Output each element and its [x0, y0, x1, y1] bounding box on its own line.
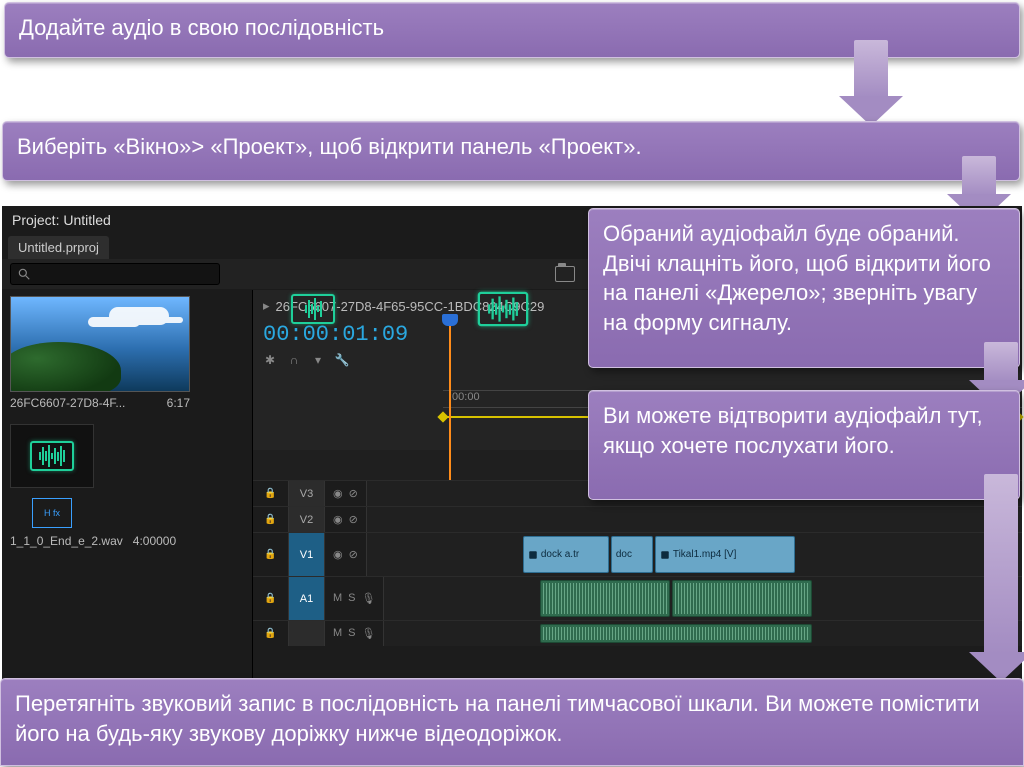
video-thumbnail[interactable]	[10, 296, 190, 392]
callout-text: Перетягніть звуковий запис в послідовніс…	[15, 689, 1009, 748]
folder-icon[interactable]	[555, 266, 575, 282]
arrow-icon	[984, 342, 1018, 382]
audio-clip[interactable]	[540, 580, 670, 617]
project-bins: 26FC6607-27D8-4F... 6:17 H fx 1_1_0_End_…	[2, 290, 242, 680]
arrow-icon	[984, 474, 1018, 654]
clip-fx-icon	[528, 550, 538, 560]
bin-item-label: 1_1_0_End_e_2.wav 4:00000	[10, 534, 234, 548]
arrow-icon	[962, 156, 996, 196]
dragging-audio-icon	[291, 294, 335, 324]
bin-item-label: 26FC6607-27D8-4F... 6:17	[10, 392, 190, 410]
fx-badge-icon: H fx	[32, 498, 72, 528]
track-a2[interactable]: MS🎙	[253, 620, 1022, 646]
callout-step-4: Ви можете відтворити аудіофайл тут, якщо…	[588, 390, 1020, 500]
marker-icon[interactable]: ▾	[311, 353, 325, 367]
waveform-icon	[30, 441, 74, 471]
sequence-marker-icon: ▸	[263, 298, 270, 314]
audio-clip[interactable]	[540, 624, 812, 643]
callout-step-3: Обраний аудіофайл буде обраний. Двічі кл…	[588, 208, 1020, 368]
video-clip[interactable]: Tikal1.mp4 [V]	[655, 536, 795, 573]
wrench-icon[interactable]: 🔧	[335, 353, 349, 367]
video-clip[interactable]: dock a.tr	[523, 536, 609, 573]
audio-clip[interactable]	[672, 580, 812, 617]
project-tab[interactable]: Untitled.prproj	[8, 236, 109, 259]
callout-text: Виберіть «Вікно»> «Проект», щоб відкрити…	[17, 132, 642, 162]
snap-icon[interactable]: ✱	[263, 353, 277, 367]
timeline-tracks: V3 ◉⊘ V2 ◉⊘ V1 ◉⊘ dock a.tr	[253, 480, 1022, 680]
track-v2[interactable]: V2 ◉⊘	[253, 506, 1022, 532]
video-clip[interactable]: doc	[611, 536, 653, 573]
track-a1[interactable]: A1 MS🎙	[253, 576, 1022, 620]
audio-thumbnail[interactable]	[10, 424, 94, 488]
callout-text: Додайте аудіо в свою послідовність	[19, 13, 384, 43]
search-input[interactable]	[10, 263, 220, 285]
callout-text: Обраний аудіофайл буде обраний. Двічі кл…	[603, 219, 1005, 338]
track-v1[interactable]: V1 ◉⊘ dock a.tr doc Tikal1.mp4 [V]	[253, 532, 1022, 576]
callout-text: Ви можете відтворити аудіофайл тут, якщо…	[603, 401, 1005, 460]
search-icon	[17, 267, 31, 281]
arrow-icon	[854, 40, 888, 98]
callout-step-5: Перетягніть звуковий запис в послідовніс…	[0, 678, 1024, 766]
callout-step-2: Виберіть «Вікно»> «Проект», щоб відкрити…	[2, 121, 1020, 181]
clip-fx-icon	[660, 550, 670, 560]
link-icon[interactable]: ∩	[287, 353, 301, 367]
